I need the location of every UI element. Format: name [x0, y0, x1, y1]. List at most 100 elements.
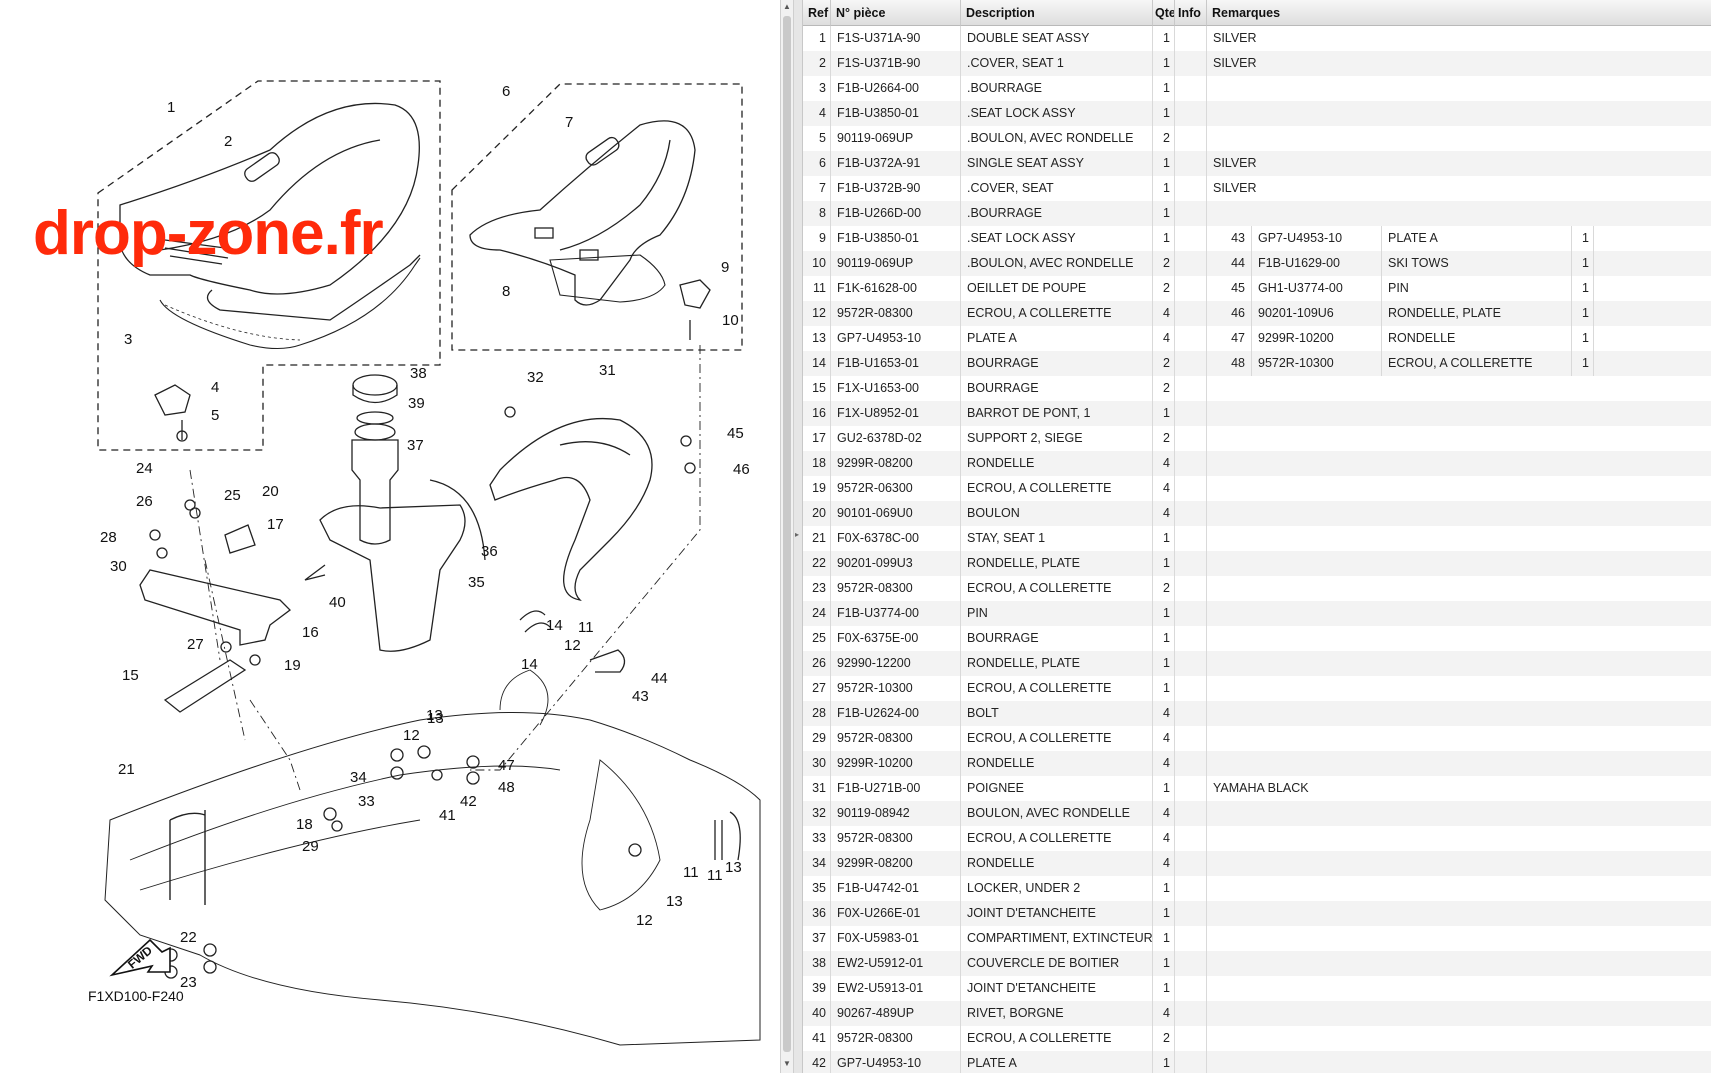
table-row[interactable]: 13 GP7-U4953-10 PLATE A 4 47 9299R-10200 RONDE… — [803, 326, 1711, 351]
table-row[interactable]: 18 9299R-08200 RONDELLE 4 — [803, 451, 1711, 476]
cell-info — [1175, 751, 1207, 776]
table-row[interactable]: 8 F1B-U266D-00 .BOURRAGE 1 — [803, 201, 1711, 226]
cell-info — [1175, 51, 1207, 76]
table-row[interactable]: 37 F0X-U5983-01 COMPARTIMENT, EXTINCTEUR 1 — [803, 926, 1711, 951]
cell-part-number: F0X-U5983-01 — [831, 926, 961, 951]
table-row[interactable]: 1 F1S-U371A-90 DOUBLE SEAT ASSY 1 SILVER — [803, 26, 1711, 51]
subcell-description: PIN — [1382, 276, 1572, 301]
table-row[interactable]: 28 F1B-U2624-00 BOLT 4 — [803, 701, 1711, 726]
table-row[interactable]: 40 90267-489UP RIVET, BORGNE 4 — [803, 1001, 1711, 1026]
table-row[interactable]: 7 F1B-U372B-90 .COVER, SEAT 1 SILVER — [803, 176, 1711, 201]
cell-description: .COVER, SEAT — [961, 176, 1153, 201]
cell-remarks — [1207, 826, 1711, 851]
cell-description: COUVERCLE DE BOITIER — [961, 951, 1153, 976]
table-row[interactable]: 38 EW2-U5912-01 COUVERCLE DE BOITIER 1 — [803, 951, 1711, 976]
table-row[interactable]: 27 9572R-10300 ECROU, A COLLERETTE 1 — [803, 676, 1711, 701]
col-header-remarks[interactable]: Remarques — [1207, 0, 1711, 26]
table-row[interactable]: 20 90101-069U0 BOULON 4 — [803, 501, 1711, 526]
table-row[interactable]: 39 EW2-U5913-01 JOINT D'ETANCHEITE 1 — [803, 976, 1711, 1001]
table-row[interactable]: 42 GP7-U4953-10 PLATE A1 — [803, 1051, 1711, 1073]
table-row[interactable]: 16 F1X-U8952-01 BARROT DE PONT, 11 — [803, 401, 1711, 426]
scroll-up-icon[interactable]: ▲ — [781, 0, 793, 14]
table-row[interactable]: 41 9572R-08300 ECROU, A COLLERETTE 2 — [803, 1026, 1711, 1051]
cell-ref: 41 — [803, 1026, 831, 1051]
cell-qty: 4 — [1153, 751, 1175, 776]
cell-qty: 4 — [1153, 451, 1175, 476]
scroll-thumb[interactable] — [783, 16, 791, 1052]
cell-part-number: 9572R-08300 — [831, 301, 961, 326]
table-row[interactable]: 22 90201-099U3 RONDELLE, PLATE 1 — [803, 551, 1711, 576]
cell-info — [1175, 76, 1207, 101]
cell-description: RONDELLE — [961, 851, 1153, 876]
table-row[interactable]: 2 F1S-U371B-90 .COVER, SEAT 1 1 SILVER — [803, 51, 1711, 76]
cell-remarks — [1207, 901, 1711, 926]
cell-remarks — [1207, 651, 1711, 676]
table-row[interactable]: 4 F1B-U3850-01 .SEAT LOCK ASSY 1 — [803, 101, 1711, 126]
table-row[interactable]: 15 F1X-U1653-00 BOURRAGE 2 — [803, 376, 1711, 401]
cell-ref: 8 — [803, 201, 831, 226]
subcell-ref: 46 — [1216, 301, 1252, 326]
cell-info — [1175, 226, 1207, 251]
cell-info — [1175, 626, 1207, 651]
cell-part-number: GP7-U4953-10 — [831, 326, 961, 351]
table-row[interactable]: 17 GU2-6378D-02 SUPPORT 2, SIEGE 2 — [803, 426, 1711, 451]
callout-number: 4 — [211, 379, 219, 396]
table-row[interactable]: 32 90119-08942 BOULON, AVEC RONDELLE 4 — [803, 801, 1711, 826]
table-row[interactable]: 14 F1B-U1653-01 BOURRAGE 2 48 9572R-10300 ECRO… — [803, 351, 1711, 376]
cell-info — [1175, 176, 1207, 201]
cell-part-number: F1S-U371A-90 — [831, 26, 961, 51]
table-row[interactable]: 10 90119-069UP .BOULON, AVEC RONDELLE 2 44 F1… — [803, 251, 1711, 276]
diagram-scrollbar[interactable]: ▲ ▼ — [780, 0, 794, 1073]
cell-remarks — [1207, 626, 1711, 651]
col-header-part-number[interactable]: N° pièce — [831, 0, 961, 26]
cell-remarks — [1207, 951, 1711, 976]
col-header-description[interactable]: Description — [961, 0, 1153, 26]
table-row[interactable]: 21 F0X-6378C-00 STAY, SEAT 11 — [803, 526, 1711, 551]
table-row[interactable]: 5 90119-069UP .BOULON, AVEC RONDELLE 2 — [803, 126, 1711, 151]
subcell-qty: 1 — [1572, 276, 1594, 301]
table-row[interactable]: 35 F1B-U4742-01 LOCKER, UNDER 21 — [803, 876, 1711, 901]
cell-part-number: F1B-U3774-00 — [831, 601, 961, 626]
cell-info — [1175, 26, 1207, 51]
table-row[interactable]: 11 F1K-61628-00 OEILLET DE POUPE 2 45 GH1-U37… — [803, 276, 1711, 301]
table-row[interactable]: 29 9572R-08300 ECROU, A COLLERETTE 4 — [803, 726, 1711, 751]
col-header-info[interactable]: Info — [1175, 0, 1207, 26]
table-row[interactable]: 6 F1B-U372A-91 SINGLE SEAT ASSY 1 SILVER — [803, 151, 1711, 176]
splitter-handle-icon[interactable]: ▸ — [795, 530, 799, 539]
cell-ref: 24 — [803, 601, 831, 626]
panel-splitter[interactable]: ▸ — [794, 0, 803, 1073]
table-row[interactable]: 12 9572R-08300 ECROU, A COLLERETTE 4 46 90201… — [803, 301, 1711, 326]
table-row[interactable]: 33 9572R-08300 ECROU, A COLLERETTE 4 — [803, 826, 1711, 851]
scroll-down-icon[interactable]: ▼ — [781, 1057, 793, 1071]
cell-info — [1175, 926, 1207, 951]
extinguisher-compartment — [351, 439, 399, 545]
cell-info — [1175, 976, 1207, 1001]
table-row[interactable]: 36 F0X-U266E-01 JOINT D'ETANCHEITE 1 — [803, 901, 1711, 926]
cell-ref: 34 — [803, 851, 831, 876]
table-row[interactable]: 34 9299R-08200 RONDELLE 4 — [803, 851, 1711, 876]
cell-description: .BOULON, AVEC RONDELLE — [961, 126, 1153, 151]
table-row[interactable]: 31 F1B-U271B-00 POIGNEE 1 YAMAHA BLACK — [803, 776, 1711, 801]
table-row[interactable]: 24 F1B-U3774-00 PIN 1 — [803, 601, 1711, 626]
table-row[interactable]: 25 F0X-6375E-00 BOURRAGE 1 — [803, 626, 1711, 651]
table-row[interactable]: 30 9299R-10200 RONDELLE 4 — [803, 751, 1711, 776]
table-row[interactable]: 23 9572R-08300 ECROU, A COLLERETTE 2 — [803, 576, 1711, 601]
col-header-ref[interactable]: Ref — [803, 0, 831, 26]
figure-code: F1XD100-F240 — [88, 988, 184, 1004]
cell-ref: 42 — [803, 1051, 831, 1073]
table-row[interactable]: 9 F1B-U3850-01 .SEAT LOCK ASSY 1 43 GP7-U4953… — [803, 226, 1711, 251]
cell-qty: 1 — [1153, 76, 1175, 101]
col-header-qty[interactable]: Qte — [1153, 0, 1175, 26]
cell-description: POIGNEE — [961, 776, 1153, 801]
subcell-part-number: 90201-109U6 — [1252, 301, 1382, 326]
cell-remarks — [1207, 1026, 1711, 1051]
table-row[interactable]: 19 9572R-06300 ECROU, A COLLERETTE 4 — [803, 476, 1711, 501]
cell-description: PLATE A — [961, 326, 1153, 351]
table-row[interactable]: 3 F1B-U2664-00 .BOURRAGE 1 — [803, 76, 1711, 101]
cell-remarks: SILVER — [1213, 56, 1257, 70]
cell-ref: 28 — [803, 701, 831, 726]
cell-part-number: 9572R-08300 — [831, 576, 961, 601]
table-row[interactable]: 26 92990-12200 RONDELLE, PLATE 1 — [803, 651, 1711, 676]
cell-qty: 1 — [1153, 951, 1175, 976]
cell-description: BOULON, AVEC RONDELLE — [961, 801, 1153, 826]
